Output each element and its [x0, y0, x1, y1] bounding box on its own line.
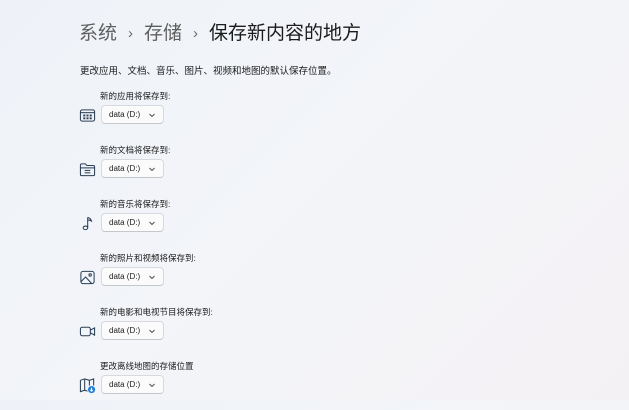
breadcrumb-separator: › [193, 25, 199, 42]
music-note-icon [79, 215, 96, 232]
setting-row-apps: 新的应用将保存到: data (D:) [0, 90, 629, 140]
page-title: 保存新内容的地方 [209, 23, 362, 44]
documents-folder-icon [79, 161, 96, 178]
maps-location-select[interactable]: data (D:) [101, 375, 164, 394]
page-description: 更改应用、文档、音乐、图片、视频和地图的默认保存位置。 [80, 66, 337, 77]
breadcrumb-item-system[interactable]: 系统 [79, 20, 117, 48]
setting-label: 新的文档将保存到: [100, 145, 171, 155]
setting-row-documents: 新的文档将保存到: data (D:) [0, 144, 629, 194]
chevron-down-icon [148, 219, 156, 227]
select-value: data (D:) [109, 164, 141, 173]
setting-label: 更改离线地图的存储位置 [100, 361, 194, 371]
breadcrumb: 系统 › 存储 › 保存新内容的地方 [79, 20, 361, 48]
select-value: data (D:) [109, 272, 141, 281]
photos-icon [79, 269, 96, 286]
apps-icon [79, 107, 96, 124]
chevron-down-icon [148, 111, 156, 119]
setting-label: 新的音乐将保存到: [100, 199, 171, 209]
documents-location-select[interactable]: data (D:) [101, 159, 164, 178]
select-value: data (D:) [109, 110, 141, 119]
chevron-down-icon [148, 165, 156, 173]
apps-location-select[interactable]: data (D:) [101, 105, 164, 124]
offline-maps-icon [79, 377, 96, 394]
movies-location-select[interactable]: data (D:) [101, 321, 164, 340]
setting-row-photos: 新的照片和视频将保存到: data (D:) [0, 252, 629, 302]
chevron-down-icon [148, 327, 156, 335]
chevron-down-icon [148, 381, 156, 389]
breadcrumb-separator: › [128, 25, 134, 42]
setting-label: 新的照片和视频将保存到: [100, 253, 196, 263]
chevron-down-icon [148, 273, 156, 281]
setting-row-music: 新的音乐将保存到: data (D:) [0, 198, 629, 248]
setting-row-movies: 新的电影和电视节目将保存到: data (D:) [0, 306, 629, 356]
photos-location-select[interactable]: data (D:) [101, 267, 164, 286]
video-camera-icon [79, 323, 96, 340]
setting-row-maps: 更改离线地图的存储位置 data (D:) [0, 360, 629, 410]
breadcrumb-item-storage[interactable]: 存储 [144, 20, 182, 48]
select-value: data (D:) [109, 218, 141, 227]
select-value: data (D:) [109, 326, 141, 335]
setting-label: 新的应用将保存到: [100, 91, 171, 101]
setting-label: 新的电影和电视节目将保存到: [100, 307, 213, 317]
music-location-select[interactable]: data (D:) [101, 213, 164, 232]
select-value: data (D:) [109, 380, 141, 389]
